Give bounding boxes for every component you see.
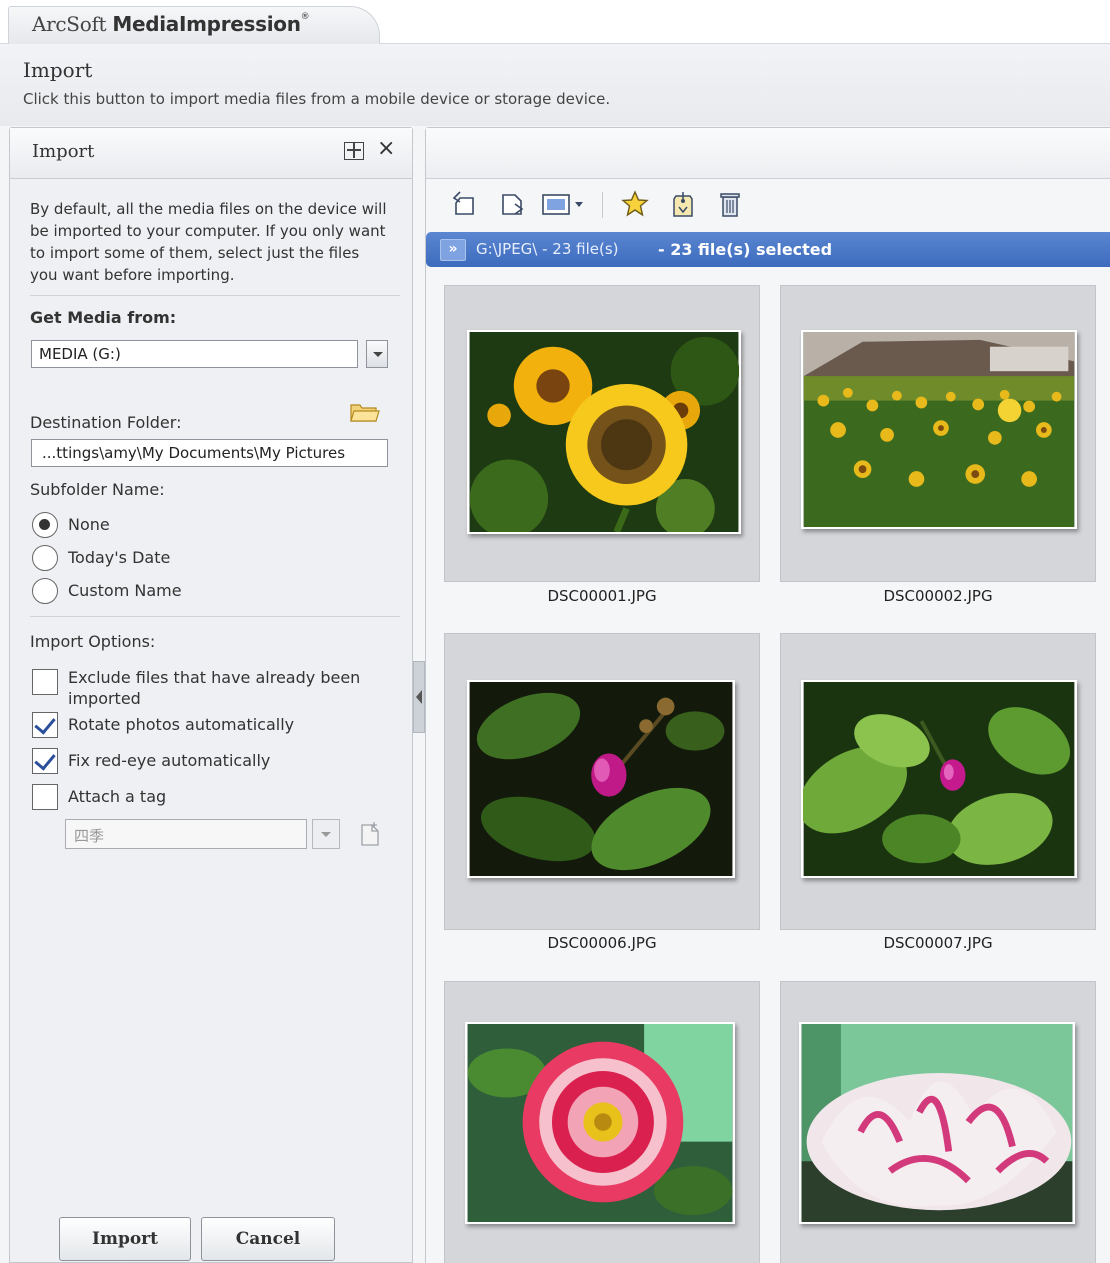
app-brand: ArcSoft MediaImpression® [32, 12, 310, 36]
divider [30, 616, 400, 617]
photo-pink-white-peony[interactable] [799, 1022, 1075, 1224]
close-icon[interactable]: × [377, 138, 395, 160]
option-label: Exclude files that have already been imp… [68, 668, 361, 708]
subfolder-name-label: Subfolder Name: [30, 480, 165, 499]
import-options-label: Import Options: [30, 632, 156, 651]
dock-panel-icon[interactable] [344, 142, 364, 160]
selection-count: - 23 file(s) selected [658, 240, 833, 259]
page-header: Import Click this button to import media… [0, 44, 1110, 126]
thumbnail-filename: DSC00002.JPG [883, 587, 993, 605]
cancel-button[interactable]: Cancel [201, 1217, 335, 1261]
option-label: Attach a tag [68, 787, 167, 806]
checkbox[interactable] [32, 748, 58, 774]
import-panel-title: Import [32, 141, 95, 162]
folder-path: G:\JPEG\ - 23 file(s) [476, 240, 619, 258]
browse-folder-icon[interactable] [350, 401, 380, 423]
photo-sunflower-field[interactable] [801, 330, 1077, 529]
import-button[interactable]: Import [59, 1217, 191, 1261]
media-toolbar [426, 180, 1110, 230]
panel-collapse-handle[interactable] [413, 661, 425, 733]
thumbnail-card[interactable] [444, 285, 760, 582]
brand-vendor: ArcSoft [32, 12, 107, 36]
toolbar-separator [602, 192, 603, 218]
brand-mark: ® [300, 12, 310, 22]
page-title: Import [23, 58, 93, 82]
radio-button[interactable] [32, 512, 58, 538]
rotate-right-icon[interactable] [498, 190, 526, 218]
thumbnail-card[interactable] [444, 633, 760, 930]
divider [30, 295, 400, 296]
tag-dropdown-button[interactable] [312, 819, 340, 849]
thumbnail-card[interactable] [444, 981, 760, 1263]
thumbnail-card[interactable] [780, 285, 1096, 582]
option-label: Rotate photos automatically [68, 715, 295, 734]
thumbnail-filename: DSC00001.JPG [547, 587, 657, 605]
destination-folder-input[interactable]: ...ttings\amy\My Documents\My Pictures [31, 439, 388, 467]
destination-folder-label: Destination Folder: [30, 413, 182, 432]
tag-select[interactable]: 四季 [65, 819, 307, 849]
rotate-left-icon[interactable] [451, 190, 479, 218]
selection-bar: » G:\JPEG\ - 23 file(s) - 23 file(s) sel… [426, 232, 1110, 267]
thumbnail-card[interactable] [780, 633, 1096, 930]
import-panel-header: Import × [10, 128, 412, 179]
get-media-label: Get Media from: [30, 308, 177, 327]
checkbox[interactable] [32, 669, 58, 695]
media-source-dropdown-button[interactable] [366, 340, 388, 368]
page-description: Click this button to import media files … [23, 90, 611, 108]
thumbnail-filename: DSC00006.JPG [547, 934, 657, 952]
checkbox[interactable] [32, 784, 58, 810]
import-intro-text: By default, all the media files on the d… [30, 200, 387, 284]
view-mode-icon[interactable] [541, 190, 587, 218]
media-browser-header [426, 128, 1110, 179]
media-browser: » G:\JPEG\ - 23 file(s) - 23 file(s) sel… [425, 127, 1110, 1263]
radio-button[interactable] [32, 545, 58, 571]
subfolder-option-label: Today's Date [68, 548, 171, 567]
import-panel: Import × By default, all the media files… [9, 127, 413, 1263]
thumbnail-card[interactable] [780, 981, 1096, 1263]
title-bar: ArcSoft MediaImpression® [0, 0, 1110, 44]
subfolder-option-label: None [68, 515, 110, 534]
expand-chevron-icon[interactable]: » [440, 239, 466, 261]
brand-product: MediaImpression [112, 12, 301, 36]
photo-pink-bud[interactable] [467, 680, 735, 878]
new-tag-icon[interactable] [359, 821, 381, 847]
thumbnail-filename: DSC00007.JPG [883, 934, 993, 952]
checkbox[interactable] [32, 712, 58, 738]
option-label: Fix red-eye automatically [68, 751, 271, 770]
subfolder-option-label: Custom Name [68, 581, 182, 600]
star-icon[interactable] [621, 190, 649, 218]
media-source-select[interactable]: MEDIA (G:) [31, 340, 358, 368]
delete-icon[interactable] [716, 190, 744, 218]
radio-button[interactable] [32, 578, 58, 604]
photo-pink-bud-leaves[interactable] [801, 680, 1077, 878]
photo-sunflower[interactable] [467, 330, 741, 534]
photo-red-peony[interactable] [465, 1022, 735, 1224]
tag-icon[interactable] [669, 190, 697, 218]
